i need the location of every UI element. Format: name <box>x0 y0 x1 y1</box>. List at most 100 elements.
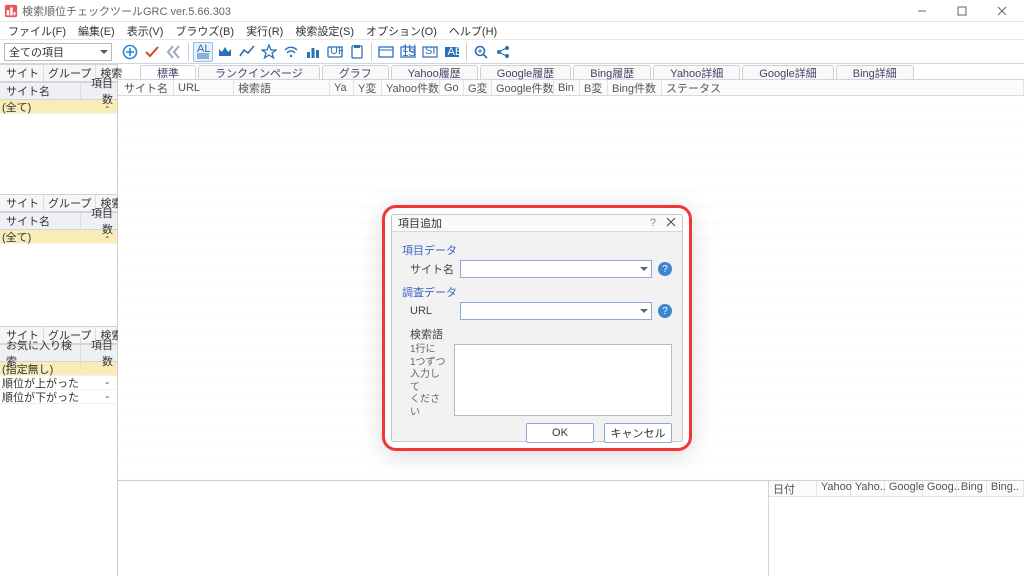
menu-bar: ファイル(F) 編集(E) 表示(V) ブラウズ(B) 実行(R) 検索設定(S… <box>0 22 1024 40</box>
dialog-help-icon[interactable]: ? <box>650 217 656 229</box>
toolbar: ALL URL 1URL1SITE SITE AB <box>120 42 513 62</box>
all-icon[interactable]: ALL <box>193 42 213 62</box>
logcol-b2[interactable]: Bing.. <box>987 481 1024 496</box>
close-button[interactable] <box>984 1 1020 21</box>
ok-button[interactable]: OK <box>526 423 594 443</box>
col3-count[interactable]: 項目数 <box>81 337 117 369</box>
rewind-icon[interactable] <box>164 42 184 62</box>
fav-row-down[interactable]: 順位が下がった- <box>0 390 117 404</box>
col3-fav[interactable]: お気に入り検索 <box>2 337 81 369</box>
section-item-data: 項目データ <box>402 242 672 258</box>
col2-sitename[interactable]: サイト名 <box>2 213 81 229</box>
col-sitename[interactable]: サイト名 <box>120 80 174 95</box>
tab-y-detail[interactable]: Yahoo詳細 <box>653 65 740 79</box>
tab-b-detail[interactable]: Bing詳細 <box>836 65 914 79</box>
menu-run[interactable]: 実行(R) <box>246 23 283 39</box>
app-icon <box>4 4 18 18</box>
toolbar-strip: 全ての項目 ALL URL 1URL1SITE SITE AB <box>0 40 1024 64</box>
tab-site[interactable]: サイト <box>2 65 44 81</box>
keyword-hint: 1行に 1つずつ 入力して ください <box>410 344 448 419</box>
svg-text:SITE: SITE <box>425 45 438 57</box>
keyword-textarea[interactable] <box>454 344 672 416</box>
tab-y-hist[interactable]: Yahoo履歴 <box>391 65 478 79</box>
left-sidebar: サイト グループ 検索 サイト名 項目数 (全て) - サイト グループ 検索 <box>0 64 118 576</box>
bars-icon[interactable] <box>303 42 323 62</box>
url-label: URL <box>410 305 454 317</box>
col-gcount[interactable]: Google件数 <box>492 80 554 95</box>
grid-header: サイト名 URL 検索語 Ya Y変 Yahoo件数 Go G変 Google件… <box>118 80 1024 96</box>
col-count[interactable]: 項目数 <box>81 75 117 107</box>
cell: (全て) <box>2 229 93 245</box>
cancel-button[interactable]: キャンセル <box>604 423 672 443</box>
log-area[interactable] <box>118 481 768 576</box>
menu-search[interactable]: 検索設定(S) <box>295 23 354 39</box>
col-ya[interactable]: Ya <box>330 80 354 95</box>
site-name-input[interactable] <box>460 260 652 278</box>
col-bchg[interactable]: B変 <box>580 80 608 95</box>
one-url-icon[interactable]: 1URL1SITE <box>398 42 418 62</box>
clipboard-icon[interactable] <box>347 42 367 62</box>
svg-text:AB: AB <box>448 46 461 58</box>
col-bcount[interactable]: Bing件数 <box>608 80 662 95</box>
menu-help[interactable]: ヘルプ(H) <box>449 23 497 39</box>
site-icon[interactable]: SITE <box>420 42 440 62</box>
check-icon[interactable] <box>142 42 162 62</box>
ab-icon[interactable]: AB <box>442 42 462 62</box>
window-title: 検索順位チェックツールGRC ver.5.66.303 <box>22 3 904 19</box>
star-icon[interactable] <box>259 42 279 62</box>
logcol-g1[interactable]: Google <box>885 481 923 496</box>
url-input[interactable] <box>460 302 652 320</box>
logcol-y2[interactable]: Yaho.. <box>851 481 885 496</box>
tab-g-hist[interactable]: Google履歴 <box>480 65 571 79</box>
maximize-button[interactable] <box>944 1 980 21</box>
menu-edit[interactable]: 編集(E) <box>78 23 115 39</box>
col-status[interactable]: ステータス <box>662 80 1024 95</box>
col-keyword[interactable]: 検索語 <box>234 80 330 95</box>
cell: - <box>93 391 115 403</box>
col-bin[interactable]: Bin <box>554 80 580 95</box>
col-url[interactable]: URL <box>174 80 234 95</box>
logcol-y1[interactable]: Yahoo <box>817 481 851 496</box>
menu-browse[interactable]: ブラウズ(B) <box>175 23 234 39</box>
logcol-b1[interactable]: Bing <box>957 481 987 496</box>
tab-g-detail[interactable]: Google詳細 <box>742 65 833 79</box>
crown-icon[interactable] <box>215 42 235 62</box>
minimize-button[interactable] <box>904 1 940 21</box>
tab-graph[interactable]: グラフ <box>322 65 389 79</box>
wifi-icon[interactable] <box>281 42 301 62</box>
col-ycount[interactable]: Yahoo件数 <box>382 80 440 95</box>
svg-text:ALL: ALL <box>197 44 211 55</box>
filter-combo-value: 全ての項目 <box>9 44 64 60</box>
logcol-g2[interactable]: Goog.. <box>923 481 957 496</box>
cell: - <box>93 377 115 389</box>
tab-standard[interactable]: 標準 <box>140 65 196 79</box>
tab-b-hist[interactable]: Bing履歴 <box>573 65 651 79</box>
tab-rankin[interactable]: ランクインページ <box>198 65 320 79</box>
svg-text:URL: URL <box>330 45 343 57</box>
col-go[interactable]: Go <box>440 80 464 95</box>
col-ychg[interactable]: Y変 <box>354 80 382 95</box>
add-item-dialog: 項目追加 ? 項目データ サイト名 ? 調査データ URL ? 検索語 1行に … <box>391 214 683 442</box>
col-sitename[interactable]: サイト名 <box>2 83 81 99</box>
col-gchg[interactable]: G変 <box>464 80 492 95</box>
menu-file[interactable]: ファイル(F) <box>8 23 66 39</box>
site-help-icon[interactable]: ? <box>658 262 672 276</box>
dialog-close-icon[interactable] <box>666 217 676 230</box>
result-tabs: 標準 ランクインページ グラフ Yahoo履歴 Google履歴 Bing履歴 … <box>118 64 1024 80</box>
bottom-panel: 日付 Yahoo Yaho.. Google Goog.. Bing Bing.… <box>118 480 1024 576</box>
menu-view[interactable]: 表示(V) <box>127 23 164 39</box>
window-icon[interactable] <box>376 42 396 62</box>
url-help-icon[interactable]: ? <box>658 304 672 318</box>
tab2-site[interactable]: サイト <box>2 195 44 211</box>
add-icon[interactable] <box>120 42 140 62</box>
logcol-date[interactable]: 日付 <box>769 481 817 496</box>
svg-text:1SITE: 1SITE <box>402 47 416 59</box>
filter-combo[interactable]: 全ての項目 <box>4 43 112 61</box>
share-icon[interactable] <box>493 42 513 62</box>
menu-option[interactable]: オプション(O) <box>366 23 437 39</box>
line-chart-icon[interactable] <box>237 42 257 62</box>
url-icon[interactable]: URL <box>325 42 345 62</box>
zoom-icon[interactable] <box>471 42 491 62</box>
col2-count[interactable]: 項目数 <box>81 205 117 237</box>
section-survey-data: 調査データ <box>402 284 672 300</box>
